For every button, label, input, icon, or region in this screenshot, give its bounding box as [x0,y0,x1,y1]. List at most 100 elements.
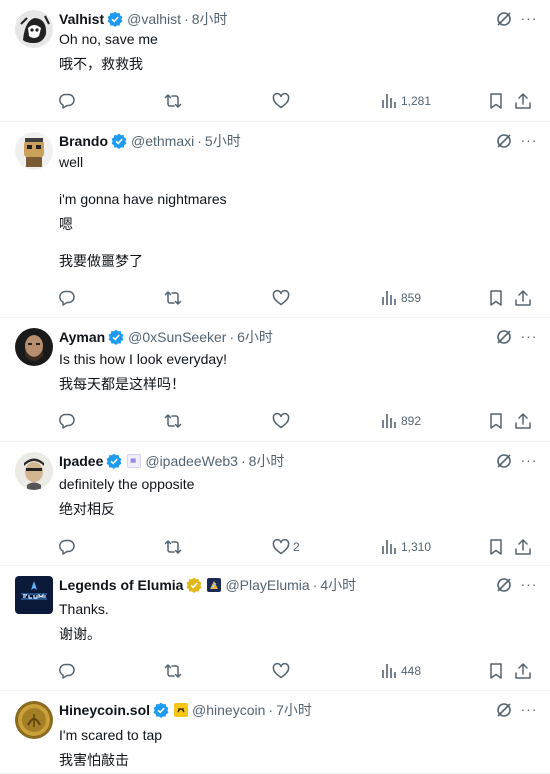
like-button[interactable] [272,662,293,680]
grok-icon[interactable] [495,328,513,346]
views-button[interactable]: 1,281 [380,92,431,110]
more-icon[interactable]: ··· [520,327,538,345]
tweet-time[interactable]: 5小时 [205,131,241,151]
retweet-button[interactable] [164,412,182,430]
views-button[interactable]: 1,310 [380,538,431,556]
reply-button[interactable] [58,92,76,110]
tweet-hineycoin[interactable]: Hineycoin.sol @hineycoin · 7小时 ··· I'm s… [0,691,550,774]
tweet-text-line: Thanks. [59,601,109,617]
tweet-actions: 892 [0,412,550,432]
tweet-time[interactable]: 6小时 [237,327,273,347]
bookmark-button[interactable] [487,412,505,430]
verified-badge-icon [106,453,122,469]
author-handle[interactable]: @ethmaxi [131,133,194,149]
bookmark-icon [490,93,502,109]
views-button[interactable]: 892 [380,412,421,430]
tweet-time[interactable]: 8小时 [192,9,228,29]
tweet-brando[interactable]: Brando @ethmaxi · 5小时 ··· well i'm gonna… [0,122,550,318]
share-button[interactable] [514,412,532,430]
grok-icon[interactable] [495,701,513,719]
affiliation-badge-icon[interactable] [174,703,189,717]
more-icon[interactable]: ··· [520,575,538,593]
author-name[interactable]: Hineycoin.sol [59,702,150,718]
tweet-text-line: 嗯 [59,216,73,232]
tweet-time[interactable]: 8小时 [249,451,285,471]
tweet-text-line: I'm scared to tap [59,727,163,743]
views-icon [382,540,396,554]
bookmark-icon [490,663,502,679]
retweet-button[interactable] [164,538,182,556]
tweet-actions: 448 [0,662,550,682]
author-handle[interactable]: @valhist [127,11,181,27]
author-handle[interactable]: @0xSunSeeker [128,329,226,345]
retweet-button[interactable] [164,92,182,110]
tweet-text-line: 谢谢。 [59,626,101,642]
bookmark-button[interactable] [487,538,505,556]
affiliation-badge-icon[interactable] [127,454,142,468]
reply-icon [59,539,75,555]
tweet-actions: 859 [0,289,550,309]
like-button[interactable] [272,289,293,307]
share-button[interactable] [514,92,532,110]
avatar-valhist[interactable] [15,10,53,48]
more-icon[interactable]: ··· [520,700,538,718]
share-button[interactable] [514,289,532,307]
avatar-hineycoin[interactable] [15,701,53,739]
author-name[interactable]: Legends of Elumia [59,577,183,593]
bookmark-button[interactable] [487,289,505,307]
like-button[interactable] [272,92,293,110]
views-button[interactable]: 859 [380,289,421,307]
tweet-ipadee[interactable]: Ipadee @ipadeeWeb3 · 8小时 ··· definitely … [0,442,550,566]
author-name[interactable]: Ipadee [59,453,103,469]
grok-icon[interactable] [495,132,513,150]
grok-icon[interactable] [495,576,513,594]
reply-button[interactable] [58,412,76,430]
bookmark-button[interactable] [487,662,505,680]
grok-icon[interactable] [495,10,513,28]
retweet-button[interactable] [164,289,182,307]
like-icon [272,289,290,306]
more-icon[interactable]: ··· [520,131,538,149]
avatar-elumia[interactable] [15,576,53,614]
separator-dot: · [184,11,189,27]
reply-icon [59,413,75,429]
views-icon [382,94,396,108]
retweet-icon [164,94,182,108]
avatar-ayman[interactable] [15,328,53,366]
author-handle[interactable]: @hineycoin [192,702,265,718]
grok-icon[interactable] [495,452,513,470]
tweet-header: Ayman @0xSunSeeker · 6小时 [59,327,273,347]
tweet-valhist[interactable]: Valhist @valhist · 8小时 ··· Oh no, save m… [0,0,550,122]
more-icon[interactable]: ··· [520,9,538,27]
verified-badge-icon [107,11,123,27]
views-button[interactable]: 448 [380,662,421,680]
share-button[interactable] [514,538,532,556]
author-name[interactable]: Valhist [59,11,104,27]
affiliation-badge-icon[interactable] [207,578,222,592]
like-icon [272,412,290,429]
retweet-button[interactable] [164,662,182,680]
author-name[interactable]: Brando [59,133,108,149]
author-name[interactable]: Ayman [59,329,105,345]
avatar-ipadee[interactable] [15,452,53,490]
reply-button[interactable] [58,538,76,556]
share-button[interactable] [514,662,532,680]
tweet-text-line: 我害怕敲击 [59,752,129,768]
share-icon [515,539,531,555]
bookmark-button[interactable] [487,92,505,110]
like-button[interactable]: 2 [272,538,300,556]
tweet-ayman[interactable]: Ayman @0xSunSeeker · 6小时 ··· Is this how… [0,318,550,442]
retweet-icon [164,414,182,428]
reply-button[interactable] [58,289,76,307]
more-icon[interactable]: ··· [520,451,538,469]
verified-gold-badge-icon [186,577,202,593]
avatar-brando[interactable] [15,132,53,170]
author-handle[interactable]: @ipadeeWeb3 [145,453,238,469]
like-button[interactable] [272,412,293,430]
author-handle[interactable]: @PlayElumia [225,577,309,593]
reply-button[interactable] [58,662,76,680]
views-icon [382,414,396,428]
tweet-elumia[interactable]: Legends of Elumia @PlayElumia · 4小时 ··· … [0,566,550,691]
tweet-time[interactable]: 4小时 [320,575,356,595]
tweet-time[interactable]: 7小时 [276,700,312,720]
